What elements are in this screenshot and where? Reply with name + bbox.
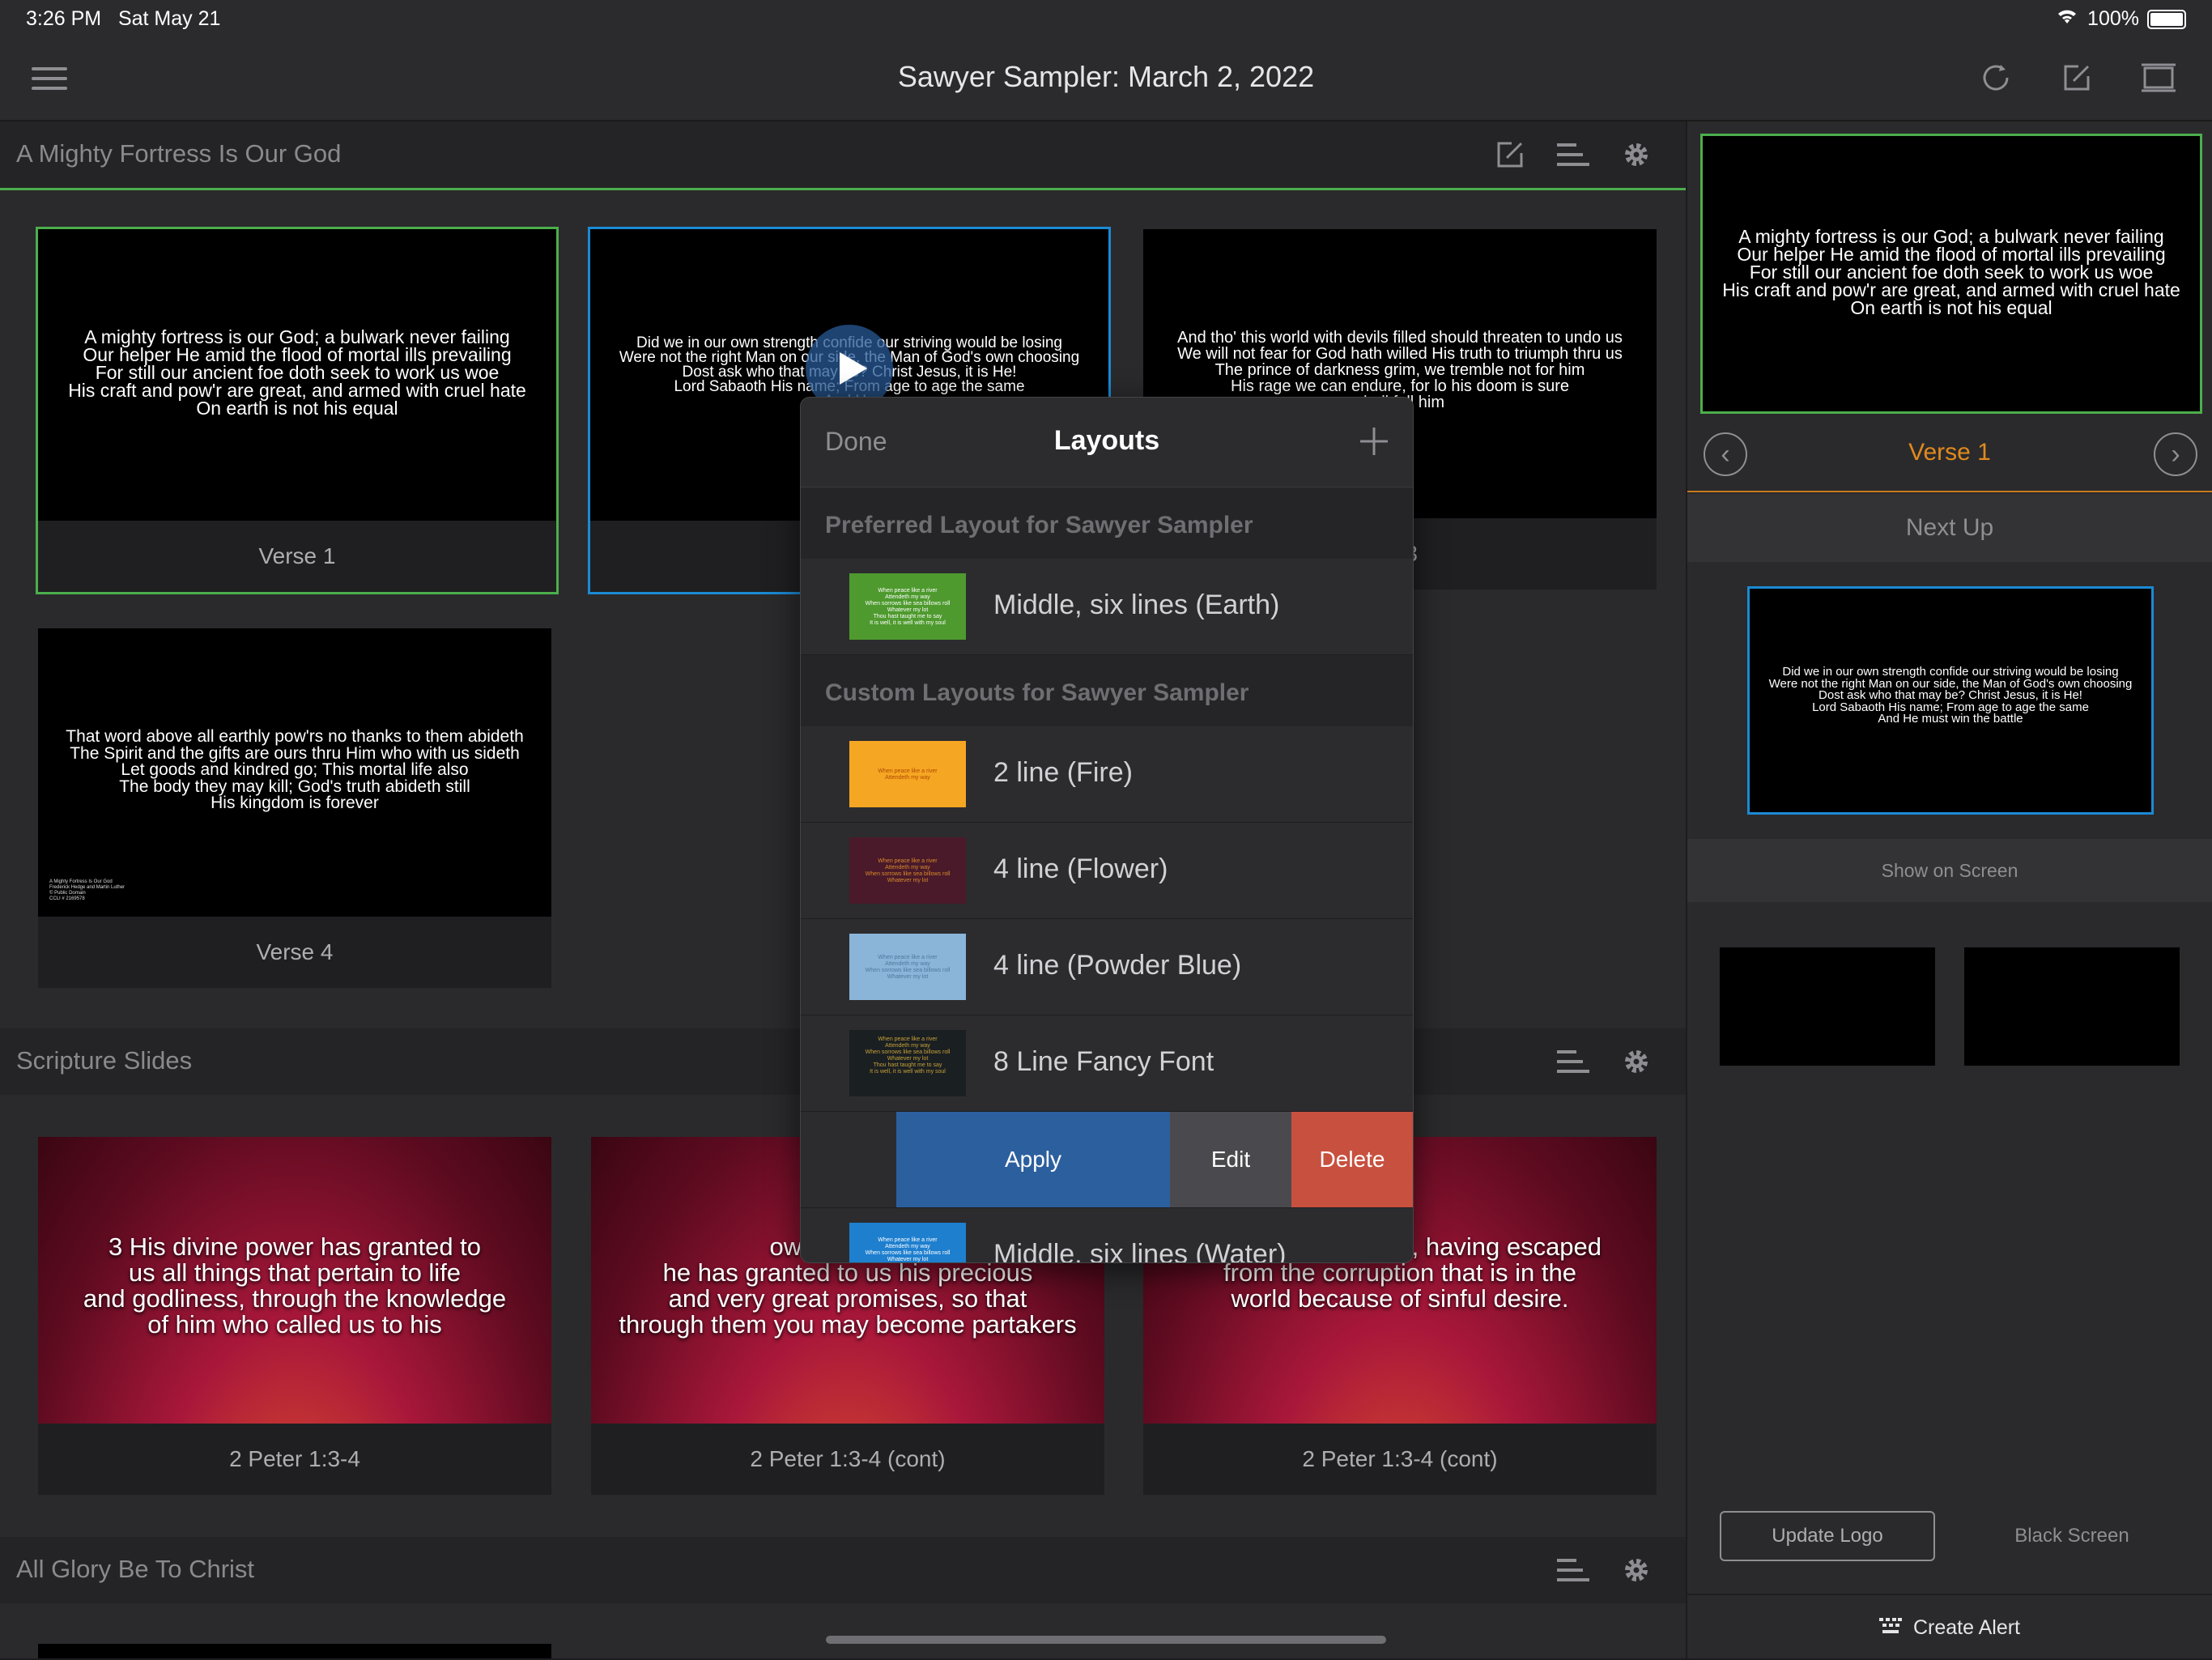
black-screen-button[interactable]: Black Screen xyxy=(1964,1511,2180,1561)
preferred-layout-header: Preferred Layout for Sawyer Sampler xyxy=(801,487,1413,559)
list-icon[interactable] xyxy=(1555,1043,1592,1080)
layout-thumbnail: When peace like a river Attendeth my way W… xyxy=(849,934,966,1000)
nav-bar: Sawyer Sampler: March 2, 2022 xyxy=(0,39,2212,121)
right-panel: A mighty fortress is our God; a bulwark … xyxy=(1687,121,2212,1658)
layout-row-preferred[interactable]: When peace like a river Attendeth my way… xyxy=(801,559,1413,655)
refresh-icon[interactable] xyxy=(1976,57,2016,99)
current-slide-label: Verse 1 xyxy=(1908,439,1991,466)
layout-name: 2 line (Fire) xyxy=(993,757,1133,788)
slide-text: A mighty fortress is our God; a bulwark … xyxy=(68,326,526,419)
layout-thumbnail: When peace like a river Attendeth my way… xyxy=(849,1030,966,1096)
show-on-screen-header: Show on Screen xyxy=(1687,839,2212,902)
layout-thumbnail: When peace like a river Attendeth my way xyxy=(849,741,966,807)
layout-row-actions: Apply Edit Delete xyxy=(801,1112,1413,1208)
slide-text: 3 His divine power has granted to us all… xyxy=(83,1232,507,1339)
layout-thumbnail: When peace like a river Attendeth my way… xyxy=(849,573,966,640)
wifi-icon xyxy=(2055,7,2079,31)
current-slide-text: A mighty fortress is our God; a bulwark … xyxy=(1722,226,2180,318)
layout-row-2-line-fire[interactable]: When peace like a river Attendeth my way … xyxy=(801,726,1413,823)
current-slide-nav: ‹ Verse 1 › xyxy=(1687,421,2212,492)
slide-label: 2 Peter 1:3-4 (cont) xyxy=(1143,1424,1657,1495)
keyboard-icon xyxy=(1878,1617,1902,1638)
list-icon[interactable] xyxy=(1555,136,1592,173)
page-title: Sawyer Sampler: March 2, 2022 xyxy=(897,60,1315,93)
home-indicator xyxy=(826,1636,1386,1644)
popover-title: Layouts xyxy=(1053,425,1160,456)
layout-name: Middle, six lines (Water) xyxy=(993,1239,1287,1263)
create-alert-label: Create Alert xyxy=(1912,1615,2020,1639)
status-time: 3:26 PM xyxy=(26,7,102,30)
next-slide-text: Did we in our own strength confide our s… xyxy=(1768,665,2133,726)
slide-verse-1[interactable]: A mighty fortress is our God; a bulwark … xyxy=(36,227,559,594)
section-title: All Glory Be To Christ xyxy=(16,1555,255,1583)
apply-button[interactable]: Apply xyxy=(896,1112,1170,1207)
slide-credits: A Mighty Fortress Is Our God Frederick H… xyxy=(49,879,125,901)
edit-button[interactable]: Edit xyxy=(1170,1112,1291,1207)
delete-button[interactable]: Delete xyxy=(1291,1112,1413,1207)
gear-icon[interactable] xyxy=(1618,136,1655,173)
layout-row-8-line-fancy-font[interactable]: When peace like a river Attendeth my way… xyxy=(801,1015,1413,1112)
slide-label: 2 Peter 1:3-4 xyxy=(38,1424,551,1495)
layout-name: 4 line (Flower) xyxy=(993,853,1168,884)
screen-thumbnail-2[interactable] xyxy=(1964,947,2180,1066)
layouts-popover: Done Layouts Preferred Layout for Sawyer… xyxy=(800,397,1414,1263)
screen-icon[interactable] xyxy=(2138,57,2180,99)
layout-thumbnail: When peace like a river Attendeth my way W… xyxy=(849,837,966,904)
custom-layouts-header: Custom Layouts for Sawyer Sampler xyxy=(801,655,1413,726)
layout-row-4-line-powder-blue[interactable]: When peace like a river Attendeth my way W… xyxy=(801,919,1413,1015)
current-slide-preview: A mighty fortress is our God; a bulwark … xyxy=(1700,134,2202,414)
layout-name: 8 Line Fancy Font xyxy=(993,1046,1214,1077)
status-time-date: 3:26 PM Sat May 21 xyxy=(26,7,220,31)
section-header-mighty[interactable]: A Mighty Fortress Is Our God xyxy=(0,121,1686,190)
popover-header: Done Layouts xyxy=(801,398,1413,487)
slide-verse-4[interactable]: That word above all earthly pow'rs no th… xyxy=(38,628,551,988)
gear-icon[interactable] xyxy=(1618,1551,1655,1589)
layout-thumbnail: When peace like a river Attendeth my way… xyxy=(849,1223,966,1262)
slide-2-peter-1[interactable]: 3 His divine power has granted to us all… xyxy=(38,1137,551,1495)
section-header-glory[interactable]: All Glory Be To Christ xyxy=(0,1537,1686,1603)
next-slide-button[interactable]: › xyxy=(2154,432,2197,476)
screen-thumbnail-1[interactable] xyxy=(1720,947,1935,1066)
add-icon[interactable] xyxy=(1355,422,1393,461)
layout-name: Middle, six lines (Earth) xyxy=(993,590,1280,620)
section-title: A Mighty Fortress Is Our God xyxy=(16,139,342,168)
status-date: Sat May 21 xyxy=(117,7,221,30)
create-alert-button[interactable]: Create Alert xyxy=(1687,1594,2212,1660)
status-bar: 3:26 PM Sat May 21 100% xyxy=(0,0,2212,39)
battery-percent: 100% xyxy=(2087,7,2139,30)
edit-icon[interactable] xyxy=(1491,136,1529,173)
next-slide-preview[interactable]: Did we in our own strength confide our s… xyxy=(1747,586,2154,815)
section-title: Scripture Slides xyxy=(16,1046,193,1075)
done-button[interactable]: Done xyxy=(825,427,887,457)
gear-icon[interactable] xyxy=(1618,1043,1655,1080)
slide-glory-1[interactable] xyxy=(38,1644,551,1658)
layout-row-4-line-flower[interactable]: When peace like a river Attendeth my way W… xyxy=(801,823,1413,919)
layout-row-middle-six-lines-water[interactable]: When peace like a river Attendeth my way… xyxy=(801,1208,1413,1263)
slide-text: That word above all earthly pow'rs no th… xyxy=(66,727,524,812)
slide-label: Verse 1 xyxy=(38,521,556,592)
edit-icon[interactable] xyxy=(2057,57,2097,99)
next-up-header: Next Up xyxy=(1687,494,2212,562)
slide-label: 2 Peter 1:3-4 (cont) xyxy=(591,1424,1104,1495)
battery-icon xyxy=(2147,9,2186,29)
slide-label: Verse 4 xyxy=(38,917,551,988)
update-logo-button[interactable]: Update Logo xyxy=(1720,1511,1935,1561)
list-icon[interactable] xyxy=(1555,1551,1592,1589)
layout-name: 4 line (Powder Blue) xyxy=(993,950,1242,981)
